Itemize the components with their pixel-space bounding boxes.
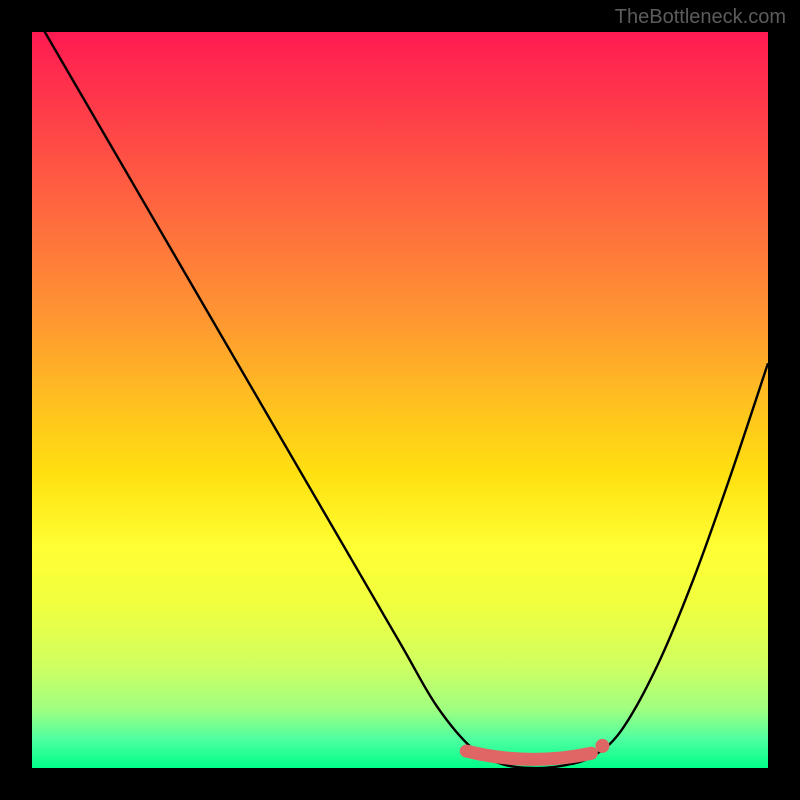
chart-svg	[32, 32, 768, 768]
plot-area	[32, 32, 768, 768]
bottleneck-curve	[32, 32, 768, 768]
trough-marker-dot	[595, 739, 609, 753]
watermark-text: TheBottleneck.com	[615, 6, 786, 29]
trough-marker-segment	[466, 751, 591, 759]
